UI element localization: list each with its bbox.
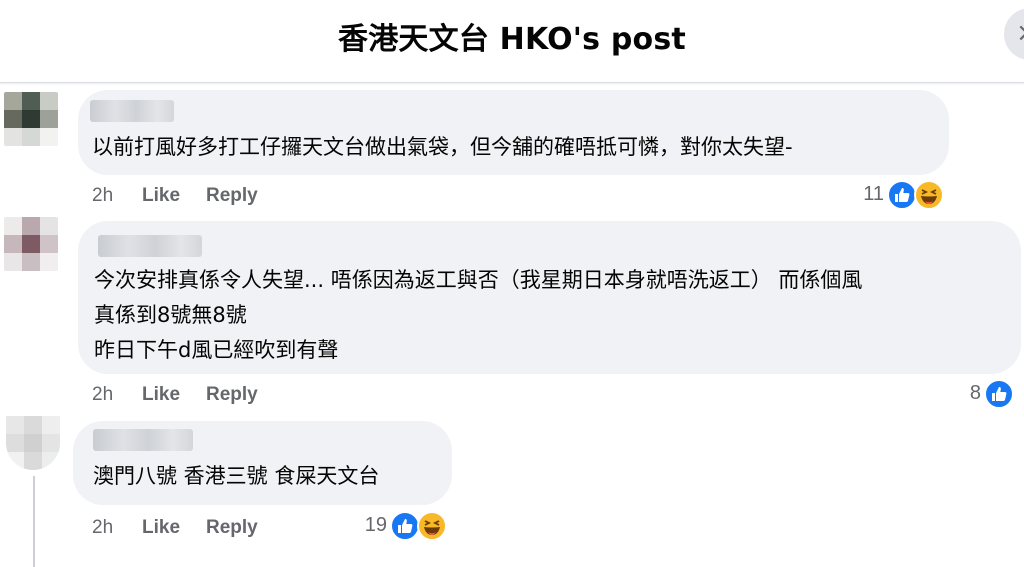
comment-actions: 2h Like Reply <box>92 185 392 209</box>
timestamp[interactable]: 2h <box>92 185 113 207</box>
like-button[interactable]: Like <box>142 517 180 539</box>
comment-text: 以前打風好多打工仔攞天文台做出氣袋，但今舖的確唔抵可憐，對你太失望- <box>92 130 793 165</box>
comment-line: 昨日下午d風已經吹到有聲 <box>94 338 339 362</box>
close-icon: × <box>1016 18 1024 48</box>
comment-line: 真係到8號無8號 <box>94 303 247 327</box>
avatar[interactable] <box>4 217 58 271</box>
reply-button[interactable]: Reply <box>206 185 258 207</box>
like-icon <box>887 180 917 210</box>
haha-icon <box>417 511 447 541</box>
comment-actions: 2h Like Reply <box>92 517 392 541</box>
comment-line: 今次安排真係令人失望... 唔係因為返工與否（我星期日本身就唔洗返工） 而係個風 <box>94 268 863 292</box>
avatar[interactable] <box>4 92 58 146</box>
haha-icon <box>914 180 944 210</box>
post-header: 香港天文台 HKO's post × <box>0 0 1024 83</box>
like-button[interactable]: Like <box>142 384 180 406</box>
reply-thread-line <box>33 476 35 567</box>
reply-button[interactable]: Reply <box>206 384 258 406</box>
reaction-count: 8 <box>969 382 981 404</box>
reaction-summary[interactable]: 8 <box>970 379 1016 411</box>
comment-text: 今次安排真係令人失望... 唔係因為返工與否（我星期日本身就唔洗返工） 而係個風… <box>94 263 862 368</box>
timestamp[interactable]: 2h <box>92 517 113 539</box>
comment-line: 以前打風好多打工仔攞天文台做出氣袋，但今舖的確唔抵可憐，對你太失望- <box>92 135 793 159</box>
reaction-summary[interactable]: 11 <box>863 180 947 212</box>
post-title: 香港天文台 HKO's post <box>338 22 686 57</box>
reaction-count: 11 <box>863 183 884 205</box>
like-button[interactable]: Like <box>142 185 180 207</box>
reply-button[interactable]: Reply <box>206 517 258 539</box>
like-icon <box>984 379 1014 409</box>
timestamp[interactable]: 2h <box>92 384 113 406</box>
like-icon <box>390 511 420 541</box>
avatar[interactable] <box>6 416 60 470</box>
reaction-count: 19 <box>364 514 387 536</box>
comment-text: 澳門八號 香港三號 食屎天文台 <box>93 459 379 494</box>
comment-bubble: 今次安排真係令人失望... 唔係因為返工與否（我星期日本身就唔洗返工） 而係個風… <box>78 221 1021 374</box>
commenter-name-redacted[interactable] <box>90 100 174 122</box>
commenter-name-redacted[interactable] <box>98 235 202 257</box>
comment-bubble: 以前打風好多打工仔攞天文台做出氣袋，但今舖的確唔抵可憐，對你太失望- <box>78 90 949 175</box>
comment-line: 澳門八號 香港三號 食屎天文台 <box>93 464 380 488</box>
reaction-summary[interactable]: 19 <box>365 511 450 543</box>
comment-actions: 2h Like Reply <box>92 384 392 408</box>
commenter-name-redacted[interactable] <box>93 429 193 451</box>
comment-bubble: 澳門八號 香港三號 食屎天文台 <box>73 421 452 505</box>
